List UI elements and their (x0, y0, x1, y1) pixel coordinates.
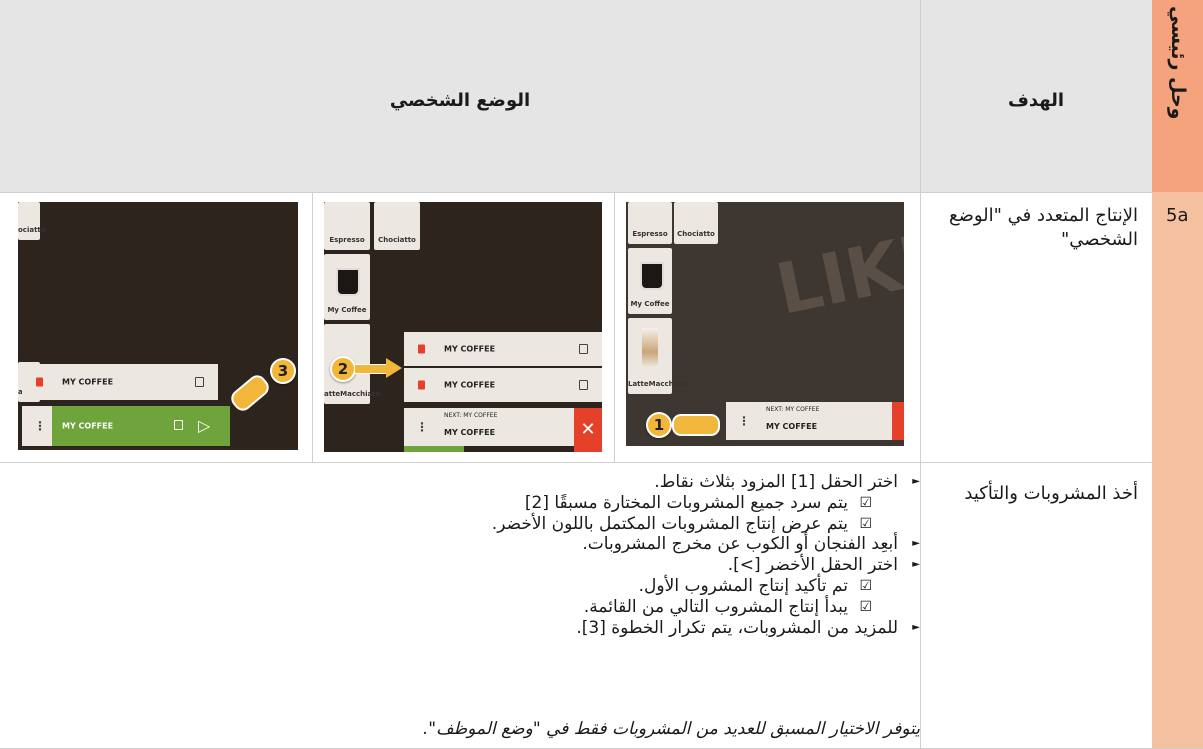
result-item: ☑ يتم سرد جميع المشروبات المختارة مسبقًا … (524, 492, 872, 513)
list-item[interactable]: MY COFFEE (404, 368, 602, 402)
tile-espresso: Espresso (628, 202, 672, 244)
checkbox-checked-icon: ☑ (859, 577, 872, 594)
checkbox-checked-icon: ☑ (859, 494, 872, 511)
step-item: ► أبعِد الفنجان أو الكوب عن مخرج المشروبا… (582, 534, 920, 555)
step-item: ► اختر الحقل الأخضر [>]. (727, 555, 920, 576)
play-icon[interactable]: ▷ (198, 416, 210, 435)
cup-icon (579, 380, 588, 390)
steps-list: ► اختر الحقل [1] المزود بثلاث نقاط. ☑ يتم … (14, 472, 920, 638)
queue-bar-done[interactable]: ⋮ (22, 406, 52, 446)
triangle-right-icon: ► (912, 559, 920, 571)
result-item: ☑ يتم عرض إنتاج المشروبات المكتمل باللون … (491, 513, 872, 534)
triangle-right-icon: ► (912, 538, 920, 550)
hand-pointer-icon (672, 414, 720, 436)
grid-line (614, 192, 615, 462)
trash-icon[interactable] (36, 377, 43, 387)
cup-icon (174, 420, 183, 430)
list-item[interactable]: MY COFFEE (404, 332, 602, 366)
header-mode: الوضع الشخصي (389, 90, 531, 111)
arrow-right-icon (354, 364, 388, 374)
tile-latte-macchiato: LatteMacchiato (628, 318, 689, 394)
screenshot-step3: ociatto atteMacchiato MY COFFEE ⋮ MY COF… (18, 202, 298, 450)
tile-chociatto: Chociatto (374, 202, 420, 250)
three-dots-icon[interactable]: ⋮ (738, 414, 750, 428)
three-dots-icon[interactable]: ⋮ (416, 420, 428, 434)
confirm-green-field[interactable]: MY COFFEE ▷ (52, 406, 230, 446)
trash-icon[interactable] (418, 344, 425, 354)
cup-icon (195, 377, 204, 387)
tile-chociatto: ociatto (18, 202, 46, 240)
queue-bar[interactable]: ⋮ NEXT: MY COFFEE MY COFFEE (726, 402, 894, 440)
hand-pointer-icon (227, 371, 273, 415)
grid-line (0, 192, 1152, 193)
side-header-label: وحل رئيسي (1167, 6, 1189, 120)
tile-my-coffee: My Coffee (324, 254, 370, 320)
list-item[interactable]: MY COFFEE (22, 364, 218, 400)
result-item: ☑ تم تأكيد إنتاج المشروب الأول. (638, 575, 872, 596)
grid-line (920, 0, 921, 749)
arrow-head-icon (386, 358, 402, 378)
tile-my-coffee: My Coffee (628, 248, 672, 314)
checkbox-checked-icon: ☑ (859, 598, 872, 615)
cancel-strip[interactable] (892, 402, 904, 440)
note-text: يتوفر الاختيار المسبق للعديد من المشروبا… (422, 719, 920, 739)
triangle-right-icon: ► (912, 476, 920, 487)
header-goal: الهدف (1007, 90, 1065, 111)
grid-line (0, 462, 1152, 463)
triangle-right-icon: ► (912, 621, 920, 633)
result-item: ☑ يبدأ إنتاج المشروب التالي من القائمة. (583, 596, 872, 617)
cup-icon (579, 344, 588, 354)
three-dots-icon[interactable]: ⋮ (34, 419, 46, 433)
row1-goal: الإنتاج المتعدد في "الوضع الشخصي" (949, 205, 1138, 250)
coffee-cup-icon (336, 268, 360, 296)
queue-bar[interactable]: ⋮ NEXT: MY COFFEE MY COFFEE (404, 408, 574, 446)
row-id: 5a (1166, 205, 1189, 226)
trash-icon[interactable] (418, 380, 425, 390)
step-item: ► للمزيد من المشروبات، يتم تكرار الخطوة [… (576, 617, 920, 638)
coffee-cup-icon (640, 262, 664, 290)
screenshot-step2: Espresso Chociatto My Coffee atteMacchia… (324, 202, 602, 452)
step-badge-1: 1 (646, 412, 672, 438)
checkbox-checked-icon: ☑ (859, 515, 872, 532)
step-item: ► اختر الحقل [1] المزود بثلاث نقاط. (654, 472, 920, 492)
step-badge-3: 3 (270, 358, 296, 384)
screenshot-step1: LIKE Espresso Chociatto My Coffee LatteM… (626, 202, 904, 446)
tile-espresso: Espresso (324, 202, 370, 250)
latte-glass-icon (642, 328, 658, 368)
progress-bar (404, 446, 464, 452)
grid-line (312, 192, 313, 462)
tile-chociatto: Chociatto (674, 202, 718, 244)
cancel-x-button[interactable]: ✕ (574, 408, 602, 452)
watermark-text: LIKE (769, 214, 904, 332)
step-badge-2: 2 (330, 356, 356, 382)
row2-goal: أخذ المشروبات والتأكيد (964, 483, 1138, 504)
